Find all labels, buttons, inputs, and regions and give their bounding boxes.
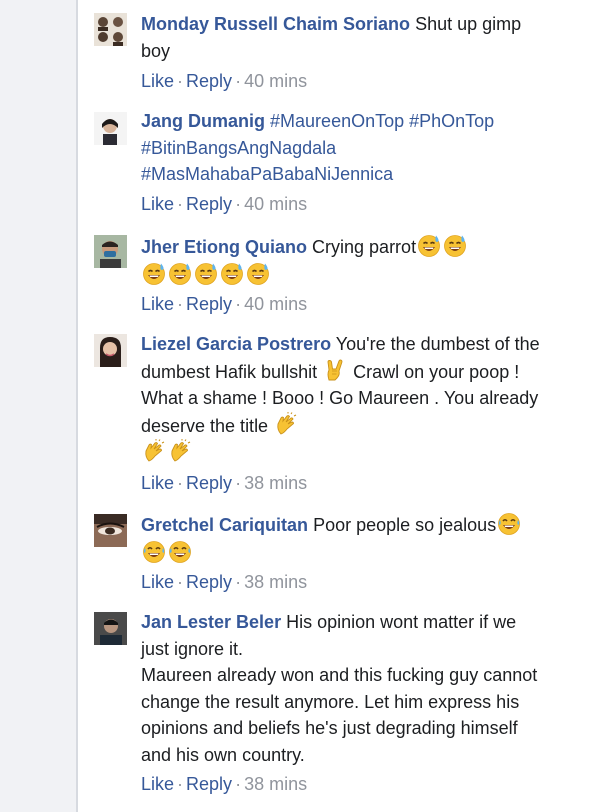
avatar[interactable] [94,334,127,367]
commenter-name[interactable]: Gretchel Cariquitan [141,515,308,535]
comment-actions: Like · Reply · 38 mins [141,473,307,494]
comment-actions: Like · Reply · 38 mins [141,572,307,593]
avatar[interactable] [94,13,127,46]
page-left-gutter [0,0,77,812]
grinning-sweat-emoji [245,261,271,285]
comment-timestamp[interactable]: 40 mins [244,294,307,314]
reply-link[interactable]: Reply [186,294,232,314]
like-link[interactable]: Like [141,71,174,91]
laughing-tears-emoji [167,539,193,563]
grinning-sweat-emoji [219,261,245,285]
comment-timestamp[interactable]: 38 mins [244,572,307,592]
separator-dot: · [177,473,184,493]
grinning-sweat-emoji [167,261,193,285]
comment-actions: Like · Reply · 38 mins [141,774,307,795]
comment-body: Jher Etiong Quiano Crying parrot [141,233,546,288]
clapping-hands-emoji [167,439,193,463]
separator-dot: · [235,473,242,493]
comment-body: Jan Lester Beler His opinion wont matter… [141,609,546,768]
comment-timestamp[interactable]: 40 mins [244,194,307,214]
like-link[interactable]: Like [141,774,174,794]
reply-link[interactable]: Reply [186,774,232,794]
comment-text: His opinion wont matter if we just ignor… [141,612,538,765]
comment-body: Liezel Garcia Postrero You're the dumbes… [141,331,546,467]
laughing-tears-emoji [496,511,522,535]
comment-actions: Like · Reply · 40 mins [141,194,307,215]
commenter-name[interactable]: Jher Etiong Quiano [141,237,307,257]
comment-timestamp[interactable]: 38 mins [244,774,307,794]
reply-link[interactable]: Reply [186,71,232,91]
comment-timestamp[interactable]: 40 mins [244,71,307,91]
thread-divider [76,0,78,812]
like-link[interactable]: Like [141,194,174,214]
grinning-sweat-emoji [141,261,167,285]
commenter-name[interactable]: Jan Lester Beler [141,612,281,632]
separator-dot: · [235,194,242,214]
comment-text: Poor people so jealous [313,515,497,535]
avatar[interactable] [94,235,127,268]
comment-timestamp[interactable]: 38 mins [244,473,307,493]
separator-dot: · [177,774,184,794]
clapping-hands-emoji [273,412,299,436]
like-link[interactable]: Like [141,294,174,314]
comment-text: Crying parrot [312,237,417,257]
commenter-name[interactable]: Monday Russell Chaim Soriano [141,14,410,34]
separator-dot: · [177,572,184,592]
grinning-sweat-emoji [193,261,219,285]
separator-dot: · [177,71,184,91]
reply-link[interactable]: Reply [186,473,232,493]
grinning-sweat-emoji [416,233,442,257]
separator-dot: · [235,572,242,592]
avatar[interactable] [94,514,127,547]
commenter-name[interactable]: Liezel Garcia Postrero [141,334,331,354]
commenter-name[interactable]: Jang Dumanig [141,111,265,131]
separator-dot: · [235,774,242,794]
comment-actions: Like · Reply · 40 mins [141,71,307,92]
comment-body: Monday Russell Chaim Soriano Shut up gim… [141,11,546,64]
clapping-hands-emoji [141,439,167,463]
like-link[interactable]: Like [141,572,174,592]
separator-dot: · [235,71,242,91]
like-link[interactable]: Like [141,473,174,493]
separator-dot: · [235,294,242,314]
reply-link[interactable]: Reply [186,572,232,592]
avatar[interactable] [94,612,127,645]
reply-link[interactable]: Reply [186,194,232,214]
horns-hand-emoji [322,358,348,382]
separator-dot: · [177,194,184,214]
comment-body: Gretchel Cariquitan Poor people so jealo… [141,511,546,566]
grinning-sweat-emoji [442,233,468,257]
laughing-tears-emoji [141,539,167,563]
comment-body: Jang Dumanig #MaureenOnTop #PhOnTop #Bit… [141,108,546,188]
avatar[interactable] [94,112,127,145]
comment-actions: Like · Reply · 40 mins [141,294,307,315]
separator-dot: · [177,294,184,314]
